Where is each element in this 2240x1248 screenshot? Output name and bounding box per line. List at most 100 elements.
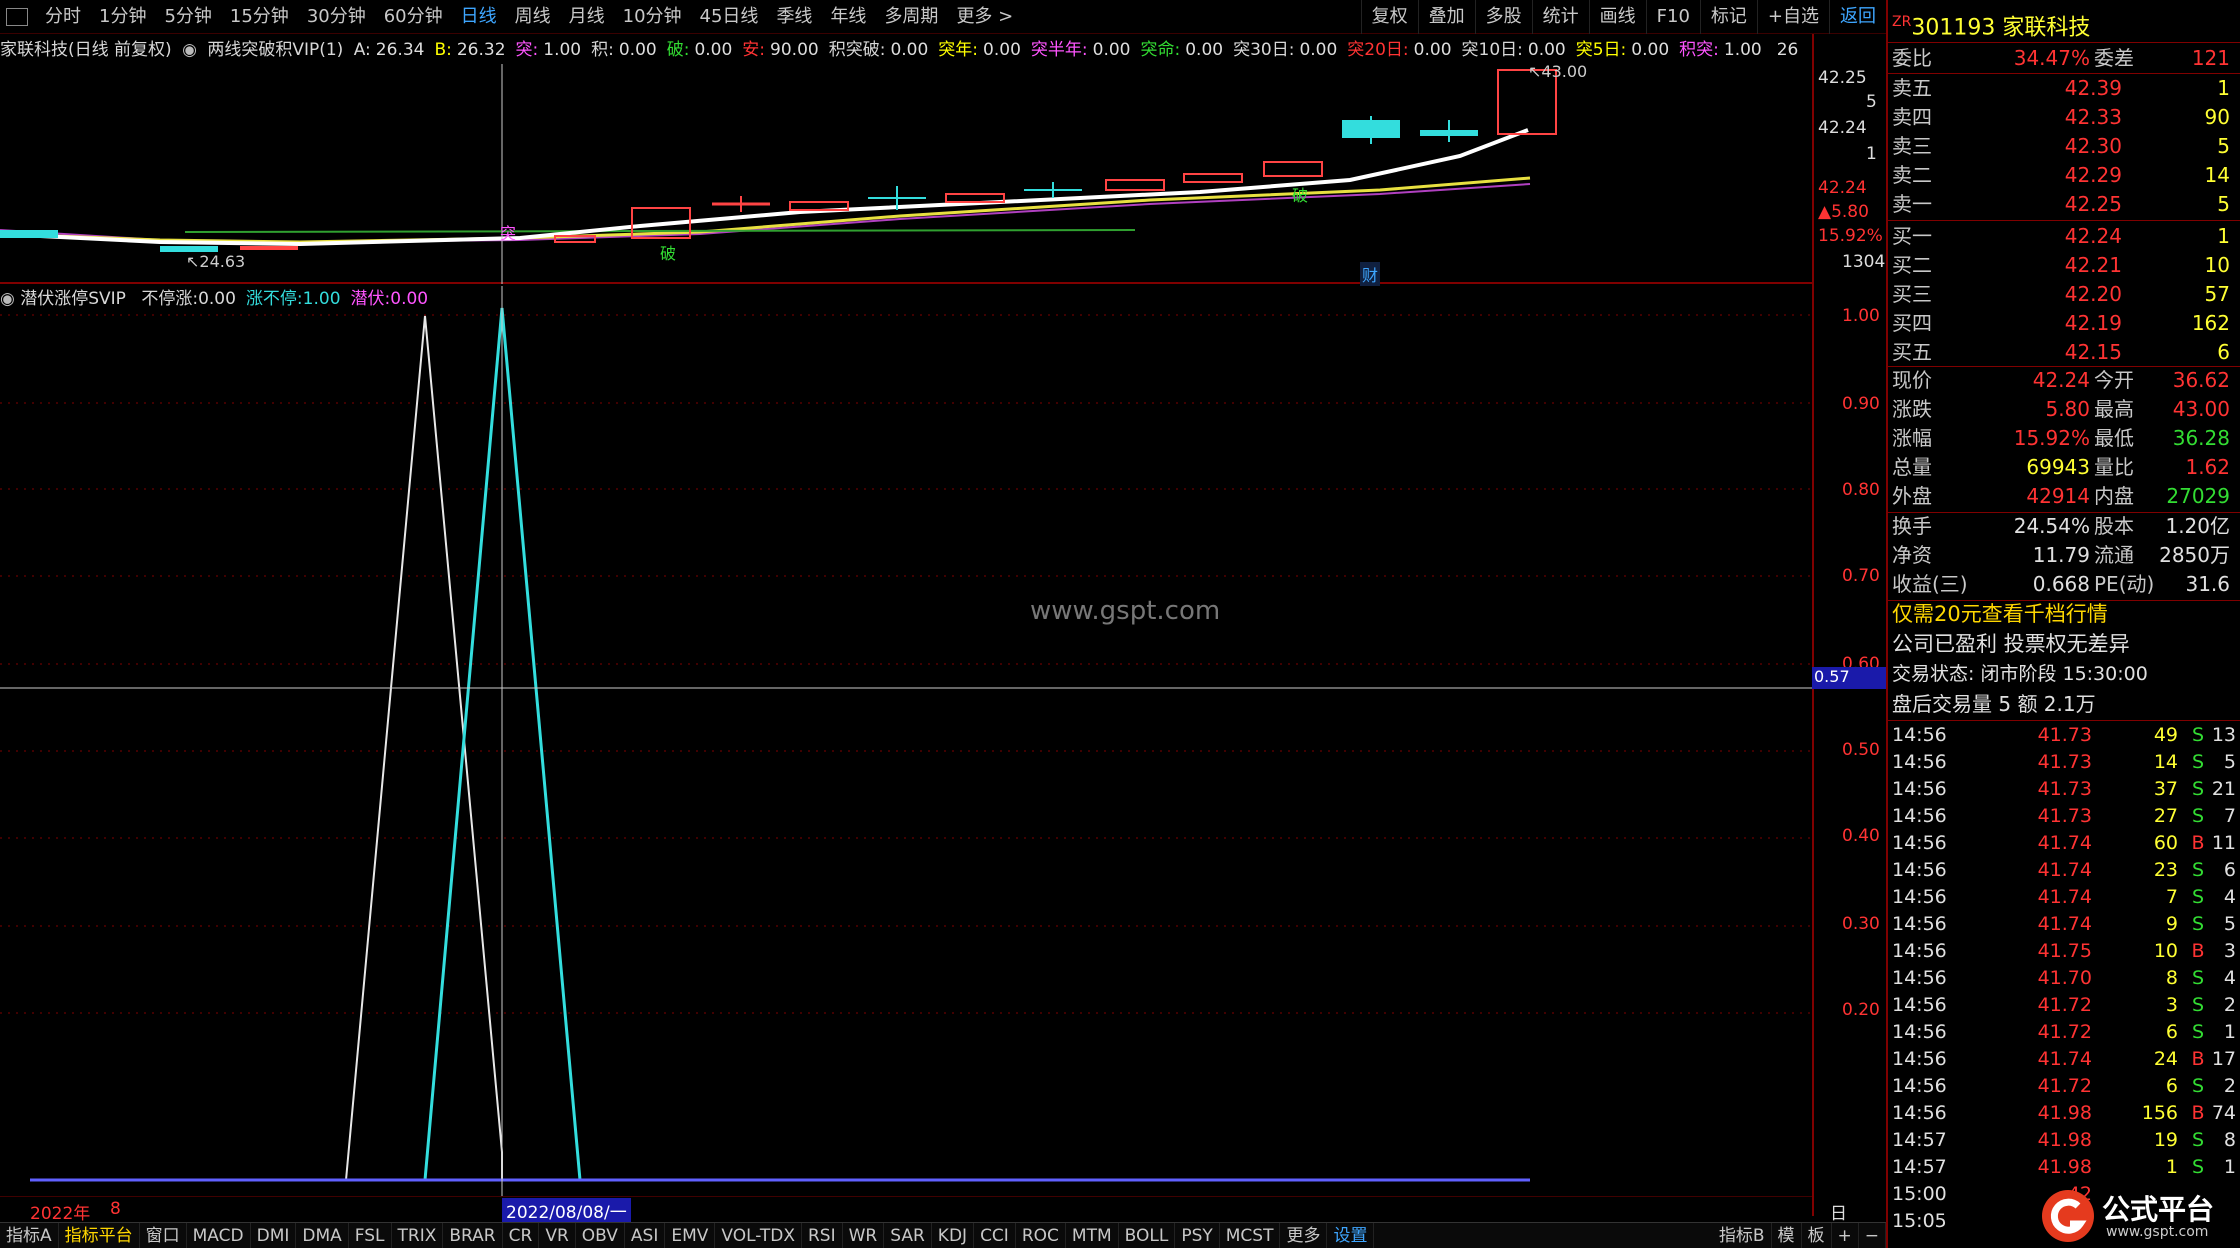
indicator-tab[interactable]: + xyxy=(1832,1222,1859,1248)
bid-label: 买三 xyxy=(1892,282,1932,306)
toolbar-actions: 复权 叠加 多股 统计 画线 F10 标记 +自选 返回 xyxy=(1360,0,1886,34)
indicator-tab[interactable]: DMA xyxy=(296,1222,349,1248)
indicator-tab[interactable]: VR xyxy=(539,1222,576,1248)
tick-count: 1 xyxy=(2223,1156,2236,1178)
indicator-tab-right: 指标B 模板 + − xyxy=(1713,1222,1886,1248)
period-tab[interactable]: 日线 xyxy=(452,0,506,34)
tick-row: 14:56 41.70 8 S 4 xyxy=(1890,965,2236,992)
indicator-tab[interactable]: ASI xyxy=(625,1222,666,1248)
indicator-tab[interactable]: FSL xyxy=(349,1222,392,1248)
indicator-tab[interactable]: DMI xyxy=(251,1222,297,1248)
toolbar-button[interactable]: 多股 xyxy=(1474,0,1532,34)
toolbar-button[interactable]: +自选 xyxy=(1756,0,1829,34)
signal-tu: 突 xyxy=(500,224,517,243)
period-tab[interactable]: 1分钟 xyxy=(90,0,155,34)
indicator-tab[interactable]: 更多 xyxy=(1280,1222,1328,1248)
toolbar-button[interactable]: 叠加 xyxy=(1417,0,1475,34)
indicator-tab[interactable]: BRAR xyxy=(443,1222,503,1248)
indicator-tab[interactable]: PSY xyxy=(1175,1222,1220,1248)
toolbar-button[interactable]: F10 xyxy=(1645,0,1700,34)
kline-chart[interactable]: ↖43.00 ↖24.63 突 破 破 财 xyxy=(0,34,1812,286)
indicator-tab[interactable]: 模 xyxy=(1772,1222,1802,1248)
indicator-tab[interactable]: 板 xyxy=(1802,1222,1832,1248)
param-key: 突命: xyxy=(1140,40,1181,60)
indicator-tab[interactable]: 设置 xyxy=(1327,1222,1375,1248)
indicator-chart[interactable] xyxy=(0,286,1812,1196)
indicator-tab[interactable]: MACD xyxy=(187,1222,251,1248)
period-tab[interactable]: 15分钟 xyxy=(221,0,298,34)
divider xyxy=(1888,720,2240,721)
indicator-tabs: 指标A 指标平台 窗口 MACD DMI DMA FSL TRIX BRAR CR VR OBV ASI… xyxy=(0,1222,1886,1248)
period-tab[interactable]: 季线 xyxy=(767,0,821,34)
toolbar-button[interactable]: 返回 xyxy=(1829,0,1886,34)
param-value: 26.34 xyxy=(375,40,425,60)
tick-price: 41.73 xyxy=(2037,724,2092,746)
indicator-tab[interactable]: CR xyxy=(503,1222,540,1248)
tick-row: 14:56 41.73 37 S 21 xyxy=(1890,776,2236,803)
stock-name: 家联科技 xyxy=(2002,15,2091,41)
tick-price: 41.74 xyxy=(2037,886,2092,908)
tick-count: 3 xyxy=(2223,940,2236,962)
indicator-tab[interactable]: TRIX xyxy=(392,1222,444,1248)
tick-volume: 37 xyxy=(2153,778,2178,800)
period-tab[interactable]: 分时 xyxy=(36,0,90,34)
indicator-tab[interactable]: ROC xyxy=(1016,1222,1066,1248)
tick-row: 14:56 41.74 23 S 6 xyxy=(1890,857,2236,884)
param-value: 0.00 xyxy=(1413,40,1452,60)
indicator-param: 突20日: 0.00 xyxy=(1347,40,1456,60)
indicator-name[interactable]: 两线突破积VIP(1) xyxy=(207,40,343,60)
tick-time: 14:56 xyxy=(1892,778,1947,800)
axis-tick-label: 0.80 xyxy=(1842,480,1880,500)
stat-label: 涨幅 xyxy=(1892,426,1932,450)
indicator-tab[interactable]: 指标B xyxy=(1713,1222,1772,1248)
panel-toggle-icon[interactable] xyxy=(6,7,28,26)
after-hours-row: 盘后交易量 5 额 2.1万 xyxy=(1890,690,2236,718)
period-tab[interactable]: 60分钟 xyxy=(375,0,452,34)
toolbar-button[interactable]: 标记 xyxy=(1699,0,1757,34)
indicator-tab[interactable]: − xyxy=(1859,1222,1886,1248)
period-tab[interactable]: 周线 xyxy=(506,0,560,34)
period-tab[interactable]: 30分钟 xyxy=(298,0,375,34)
indicator-tab[interactable]: MTM xyxy=(1066,1222,1119,1248)
period-tab[interactable]: 月线 xyxy=(560,0,614,34)
indicator-tab[interactable]: BOLL xyxy=(1119,1222,1176,1248)
indicator-tab[interactable]: WR xyxy=(843,1222,885,1248)
toolbar-button[interactable]: 复权 xyxy=(1360,0,1418,34)
tick-time: 14:56 xyxy=(1892,751,1947,773)
status-row: 交易状态: 闭市阶段 15:30:00 xyxy=(1890,660,2236,688)
promo-link[interactable]: 仅需20元查看千档行情 xyxy=(1892,600,2108,628)
indicator-tab[interactable]: MCST xyxy=(1220,1222,1281,1248)
period-tab[interactable]: 更多 > xyxy=(947,0,1022,34)
bid-row: 买二 42.21 10 xyxy=(1890,251,2236,279)
period-tab[interactable]: 5分钟 xyxy=(155,0,220,34)
indicator-tab[interactable]: EMV xyxy=(665,1222,716,1248)
weibi-value: 34.47% xyxy=(2013,46,2090,70)
indicator-tab[interactable]: CCI xyxy=(974,1222,1016,1248)
indicator-tab[interactable]: 指标平台 xyxy=(59,1222,140,1248)
indicator-param: 突命: 0.00 xyxy=(1140,40,1228,60)
period-tab[interactable]: 多周期 xyxy=(875,0,947,34)
indicator-tab[interactable]: 窗口 xyxy=(140,1222,187,1248)
toolbar-button[interactable]: 画线 xyxy=(1588,0,1646,34)
indicator-tab[interactable]: VOL-TDX xyxy=(715,1222,802,1248)
toolbar-button[interactable]: 统计 xyxy=(1531,0,1589,34)
bid-row: 买一 42.24 1 xyxy=(1890,222,2236,250)
tick-time: 14:56 xyxy=(1892,724,1947,746)
stat-value: 1.62 xyxy=(2185,455,2230,479)
indicator-tab[interactable]: 指标A xyxy=(0,1222,59,1248)
indicator-param: 积突破: 0.00 xyxy=(829,40,934,60)
indicator-tab[interactable]: RSI xyxy=(802,1222,843,1248)
indicator-tab[interactable]: OBV xyxy=(576,1222,625,1248)
bid-label: 买二 xyxy=(1892,253,1932,277)
period-tab[interactable]: 年线 xyxy=(821,0,875,34)
indicator-tab[interactable]: KDJ xyxy=(932,1222,975,1248)
tick-side: B xyxy=(2191,1048,2205,1070)
period-tab[interactable]: 45日线 xyxy=(691,0,768,34)
ask-label: 卖四 xyxy=(1892,105,1932,129)
candle xyxy=(1263,161,1323,177)
indicator-toggle-icon[interactable]: ◉ xyxy=(182,40,197,60)
period-tab[interactable]: 10分钟 xyxy=(614,0,691,34)
axis-last-price: 42.24 xyxy=(1818,178,1867,198)
indicator-tab[interactable]: SAR xyxy=(884,1222,932,1248)
stat-row: 现价 42.24 今开 36.62 xyxy=(1890,366,2236,394)
